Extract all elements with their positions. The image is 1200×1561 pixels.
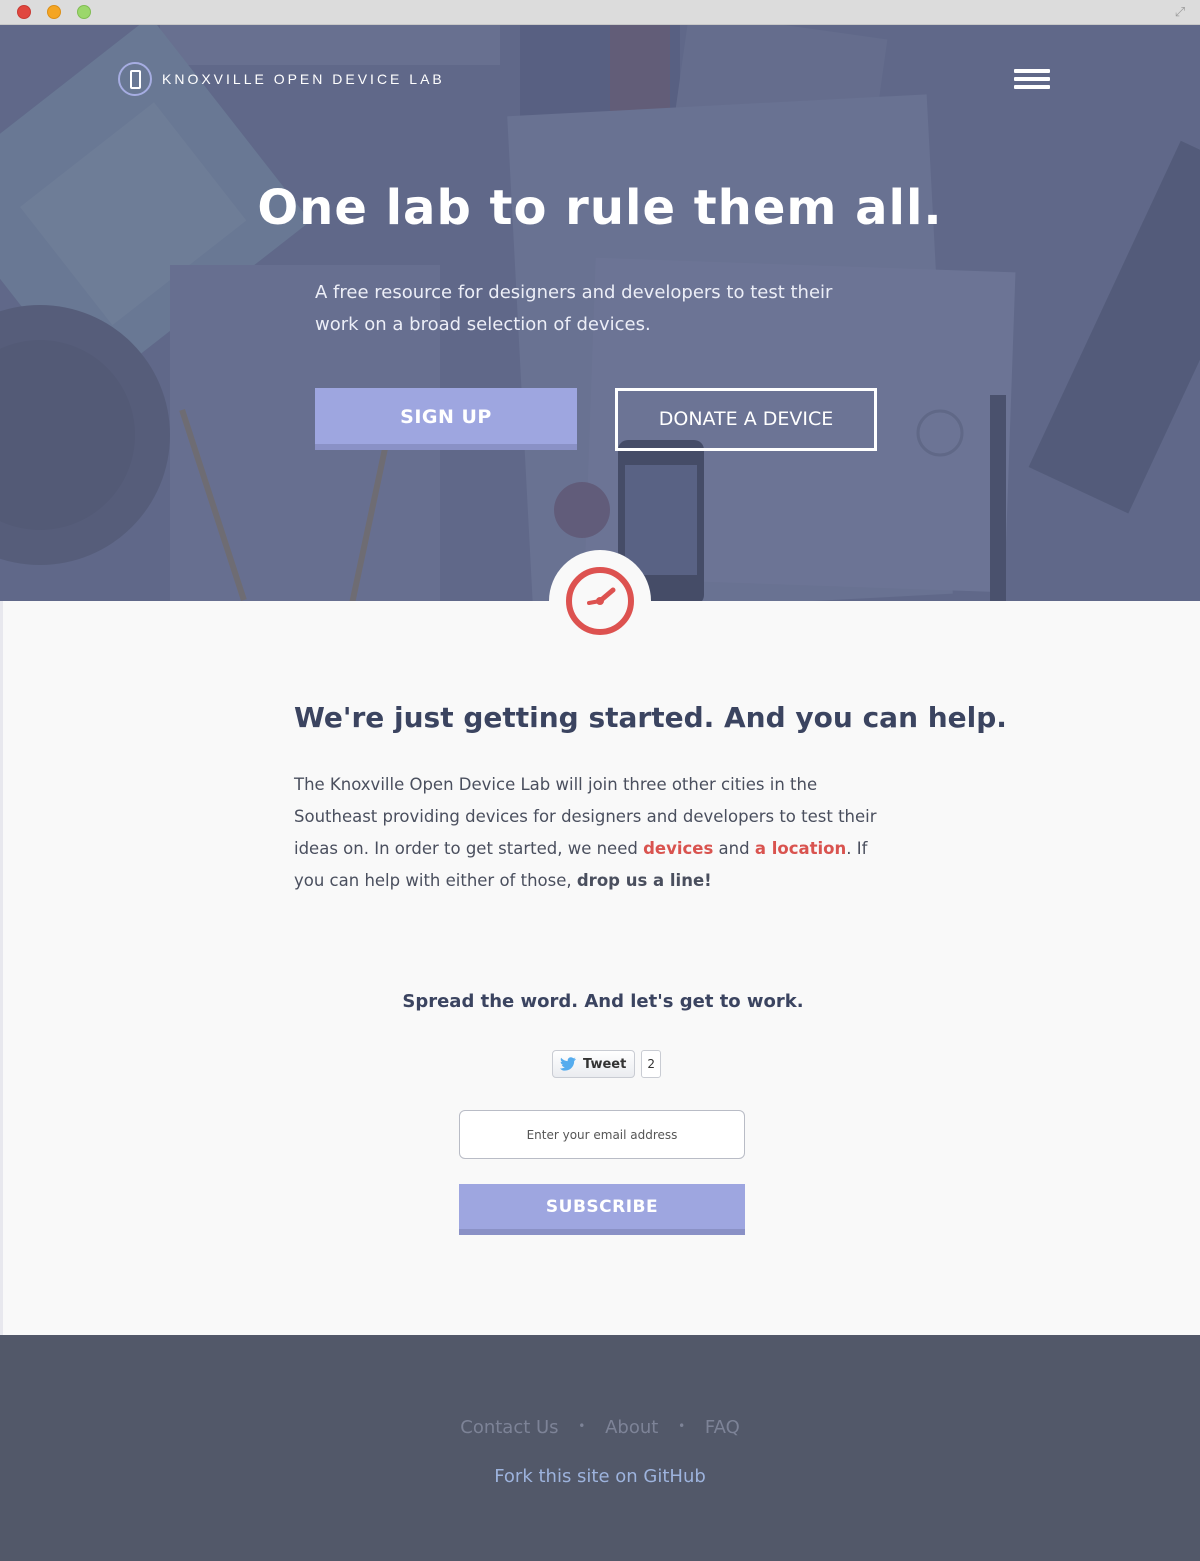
- footer-nav: Contact Us • About • FAQ: [0, 1417, 1200, 1438]
- footer-separator: •: [678, 1419, 686, 1433]
- twitter-bird-icon: [560, 1057, 576, 1071]
- hero-title: One lab to rule them all.: [257, 180, 943, 236]
- tweet-label: Tweet: [583, 1056, 627, 1072]
- phone-icon: [118, 62, 152, 96]
- hero-subtitle: A free resource for designers and develo…: [315, 282, 833, 335]
- email-input[interactable]: [459, 1110, 745, 1159]
- zoom-window-button[interactable]: [77, 5, 91, 19]
- footer-link-faq[interactable]: FAQ: [705, 1417, 740, 1438]
- site-logo[interactable]: KNOXVILLE OPEN DEVICE LAB: [118, 62, 445, 96]
- close-window-button[interactable]: [17, 5, 31, 19]
- intro-text-part: and: [713, 839, 755, 858]
- sign-up-button[interactable]: SIGN UP: [315, 388, 577, 450]
- footer-link-contact[interactable]: Contact Us: [460, 1417, 558, 1438]
- logo-text: KNOXVILLE OPEN DEVICE LAB: [162, 71, 445, 87]
- minimize-window-button[interactable]: [47, 5, 61, 19]
- expand-arrows-icon[interactable]: ⤢: [1172, 5, 1188, 21]
- devices-link[interactable]: devices: [643, 839, 713, 858]
- github-fork-link[interactable]: Fork this site on GitHub: [0, 1466, 1200, 1487]
- subscribe-button[interactable]: SUBSCRIBE: [459, 1184, 745, 1235]
- location-link[interactable]: a location: [755, 839, 846, 858]
- hero-section: KNOXVILLE OPEN DEVICE LAB One lab to rul…: [0, 25, 1200, 601]
- hamburger-menu-icon[interactable]: [1014, 69, 1050, 89]
- clock-badge: [549, 550, 651, 652]
- window-titlebar: ⤢: [0, 0, 1200, 25]
- section-title: We're just getting started. And you can …: [294, 701, 1007, 734]
- footer-link-about[interactable]: About: [605, 1417, 658, 1438]
- footer: Contact Us • About • FAQ Fork this site …: [0, 1335, 1200, 1561]
- drop-us-a-line-link[interactable]: drop us a line!: [577, 871, 712, 890]
- intro-paragraph: The Knoxville Open Device Lab will join …: [294, 769, 894, 897]
- clock-icon: [566, 567, 634, 635]
- footer-separator: •: [578, 1419, 586, 1433]
- donate-device-button[interactable]: DONATE A DEVICE: [615, 388, 877, 451]
- tweet-widget: Tweet 2: [552, 1050, 661, 1078]
- tweet-button[interactable]: Tweet: [552, 1050, 636, 1078]
- spread-the-word-heading: Spread the word. And let's get to work.: [402, 991, 804, 1012]
- main-content: We're just getting started. And you can …: [0, 601, 1200, 1335]
- tweet-count: 2: [641, 1050, 661, 1078]
